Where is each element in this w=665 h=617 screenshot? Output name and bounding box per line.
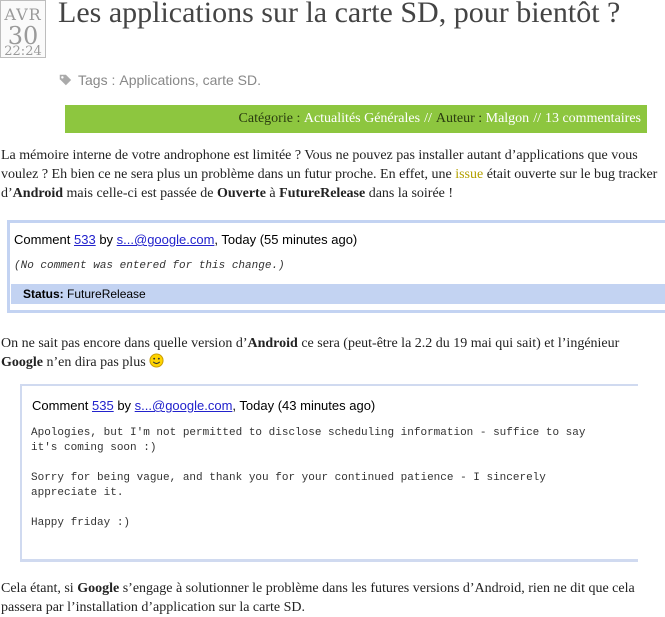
tag-icon	[59, 74, 72, 86]
date-time: 22:24	[4, 44, 42, 59]
post-paragraph-3: Cela étant, si Google s’engage à solutio…	[1, 581, 635, 615]
tags-row: Tags : Applications, carte SD.	[58, 72, 261, 88]
comment-body: (No comment was entered for this change.…	[14, 260, 285, 272]
comment-line: Apologies, but I'm not permitted to disc…	[31, 427, 586, 439]
comment-author-link[interactable]: s...@google.com	[135, 398, 233, 413]
comment-number-link[interactable]: 535	[92, 398, 114, 413]
comments-link[interactable]: 13 commentaires	[545, 111, 641, 127]
category-link[interactable]: Actualités Générales	[304, 111, 420, 127]
issue-link[interactable]: issue	[455, 167, 483, 182]
post-meta-bar: Catégorie : Actualités Générales // Aute…	[65, 105, 647, 133]
category-label: Catégorie :	[238, 111, 301, 126]
post-date-badge: AVR 30 22:24	[0, 0, 46, 59]
comment-author-link[interactable]: s...@google.com	[117, 232, 215, 247]
post-paragraph-2: On ne sait pas encore dans quelle versio…	[1, 336, 620, 370]
tag-link-applications[interactable]: Applications	[119, 72, 195, 88]
comment-line: it's coming soon :)	[31, 442, 157, 454]
status-value: FutureRelease	[67, 287, 146, 301]
quoted-comment-533: Comment 533 by s...@google.com, Today (5…	[7, 220, 665, 313]
comment-line: Sorry for being vague, and thank you for…	[31, 472, 546, 484]
post-paragraph-1: La mémoire interne de votre androphone e…	[1, 148, 658, 201]
tags-end: .	[257, 72, 261, 88]
comment-line: Happy friday :)	[31, 517, 131, 529]
meta-separator: //	[533, 111, 541, 126]
comment-line: appreciate it.	[31, 487, 124, 499]
comment-body: Apologies, but I'm not permitted to disc…	[31, 426, 586, 531]
author-link[interactable]: Malgon	[486, 111, 530, 127]
comment-header: Comment 535 by s...@google.com, Today (4…	[32, 398, 376, 413]
author-label: Auteur :	[435, 111, 483, 126]
smiley-icon	[149, 353, 164, 368]
tags-label: Tags :	[78, 72, 116, 88]
status-label: Status:	[23, 287, 64, 301]
comment-header: Comment 533 by s...@google.com, Today (5…	[14, 232, 358, 247]
quoted-comment-535: Comment 535 by s...@google.com, Today (4…	[20, 384, 638, 562]
post-title[interactable]: Les applications sur la carte SD, pour b…	[58, 0, 658, 28]
meta-separator: //	[424, 111, 432, 126]
status-bar: Status: FutureRelease	[11, 284, 665, 304]
comment-number-link[interactable]: 533	[74, 232, 96, 247]
tag-link-carte-sd[interactable]: carte SD	[203, 72, 257, 88]
